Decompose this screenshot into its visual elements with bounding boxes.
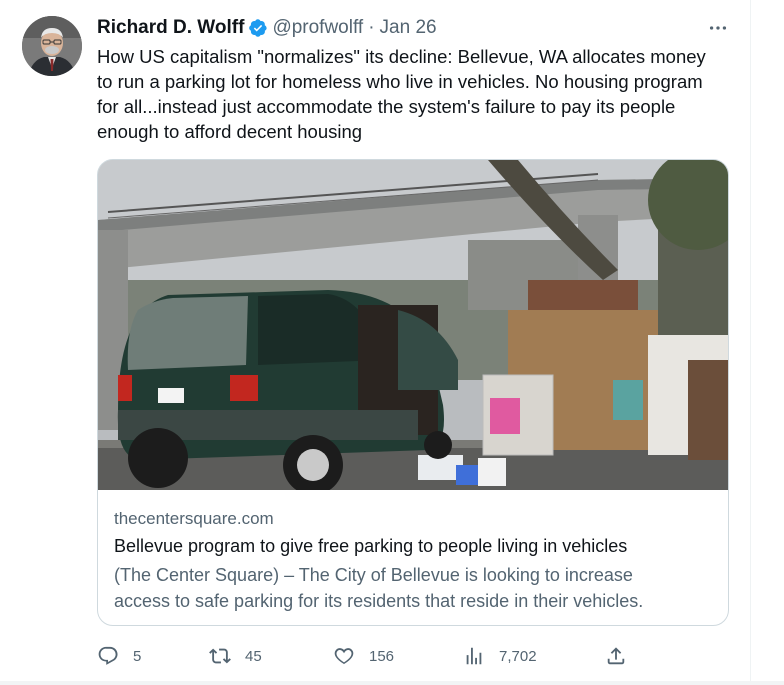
repost-count: 45 (245, 647, 262, 665)
reply-icon (98, 646, 118, 665)
verified-badge-icon[interactable] (248, 18, 268, 38)
card-title[interactable]: Bellevue program to give free parking to… (114, 536, 627, 557)
tweet-date[interactable]: Jan 26 (380, 17, 437, 39)
card-description[interactable]: (The Center Square) – The City of Bellev… (114, 562, 714, 614)
share-button[interactable] (605, 642, 641, 670)
card-description-line: access to safe parking for its residents… (114, 591, 644, 611)
views-count: 7,702 (499, 647, 537, 665)
divider (0, 681, 784, 685)
card-description-line: (The Center Square) – The City of Bellev… (114, 565, 633, 585)
repost-icon (209, 648, 231, 664)
tweet-text: How US capitalism "normalizes" its decli… (97, 44, 737, 144)
card-image[interactable] (98, 160, 729, 490)
like-button[interactable]: 156 (333, 642, 394, 670)
tweet-text-line: How US capitalism "normalizes" its decli… (97, 46, 706, 67)
author-name[interactable]: Richard D. Wolff (97, 17, 244, 39)
share-icon (607, 647, 625, 665)
link-card[interactable]: thecentersquare.com Bellevue program to … (97, 159, 729, 626)
tweet-container[interactable]: Richard D. Wolff @profwolff · Jan 26 How… (0, 0, 751, 685)
reply-count: 5 (133, 647, 142, 665)
header-separator: · (368, 17, 375, 38)
heart-icon (334, 648, 354, 665)
action-bar: 5 45 156 7,702 (97, 642, 637, 670)
tweet-header: Richard D. Wolff @profwolff · Jan 26 (97, 15, 437, 41)
more-icon[interactable] (704, 16, 732, 40)
tweet-text-line: for all...instead just accommodate the s… (97, 96, 676, 117)
tweet-text-line: enough to afford decent housing (97, 121, 363, 142)
reply-button[interactable]: 5 (97, 642, 141, 670)
views-icon (466, 647, 482, 665)
like-count: 156 (369, 647, 395, 665)
repost-button[interactable]: 45 (209, 642, 262, 670)
views-button[interactable]: 7,702 (463, 642, 537, 670)
card-domain[interactable]: thecentersquare.com (114, 509, 274, 529)
avatar[interactable] (22, 16, 82, 76)
tweet-text-line: to run a parking lot for homeless who li… (97, 71, 703, 92)
author-handle[interactable]: @profwolff (272, 17, 363, 39)
